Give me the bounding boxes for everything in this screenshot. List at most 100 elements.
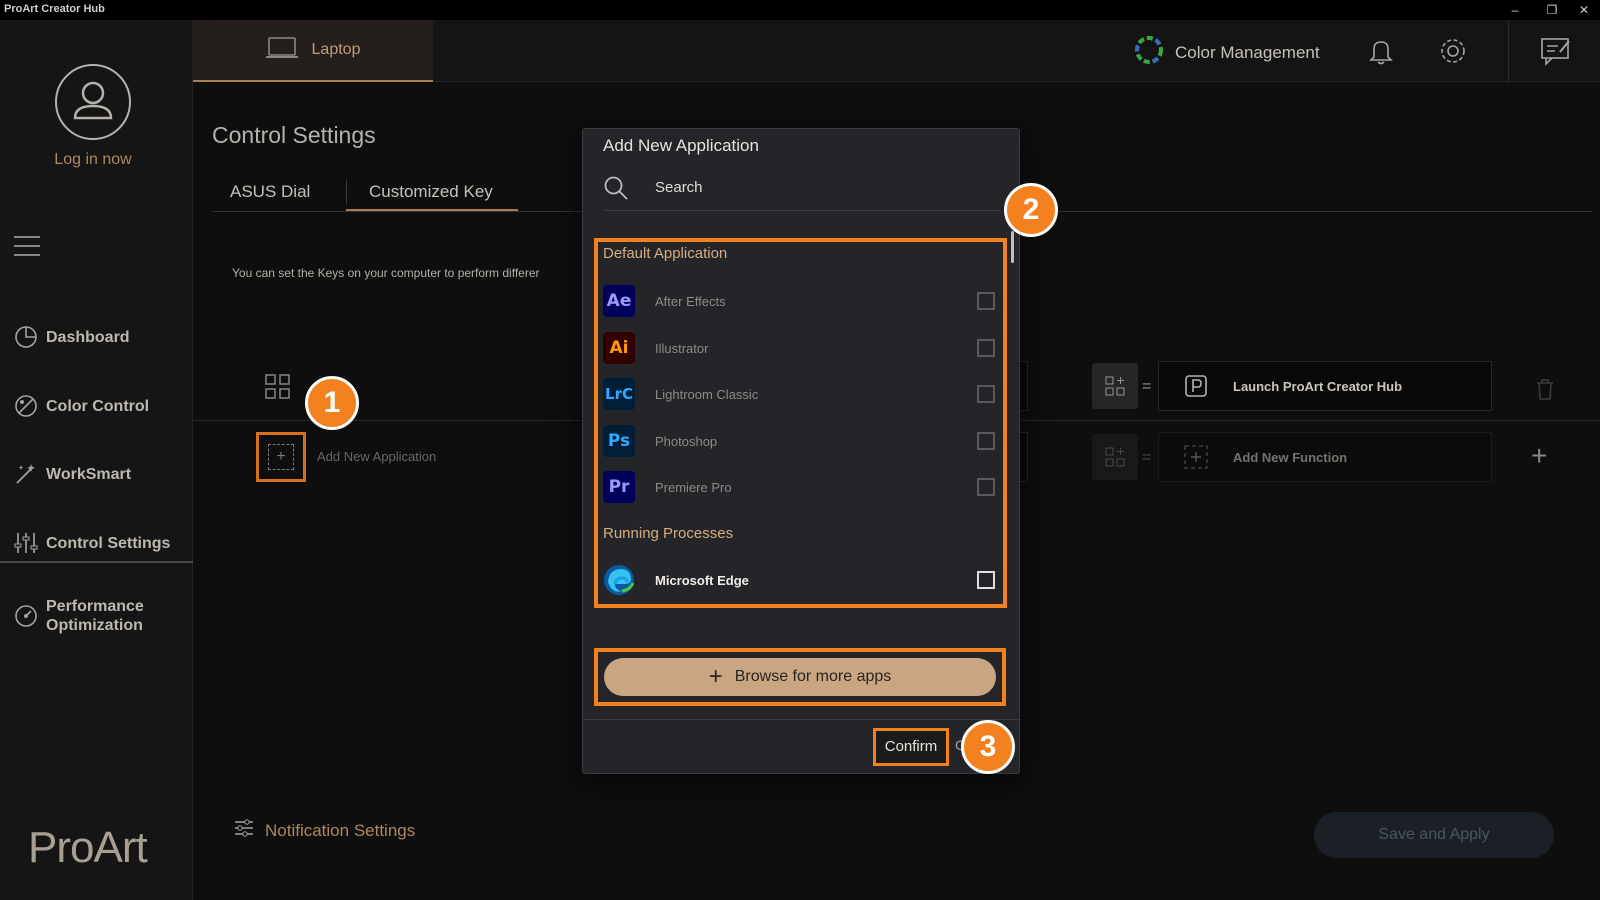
- add-grid-icon: [1105, 376, 1125, 396]
- bell-icon[interactable]: [1366, 36, 1396, 71]
- save-and-apply-button[interactable]: Save and Apply: [1314, 812, 1554, 858]
- search-input[interactable]: Search: [603, 165, 1001, 211]
- app-name: Illustrator: [655, 340, 709, 356]
- function-label: Launch ProArt Creator Hub: [1233, 378, 1403, 394]
- app-name: After Effects: [655, 293, 726, 309]
- equals-sign: =: [1142, 378, 1152, 395]
- trash-icon[interactable]: [1534, 377, 1556, 406]
- top-bar: Laptop Color Management: [193, 20, 1600, 82]
- premiere-pro-icon: Pr: [603, 471, 635, 503]
- photoshop-icon: Ps: [603, 425, 635, 457]
- maximize-button[interactable]: ❐: [1537, 1, 1567, 19]
- sidebar-item-label: Dashboard: [46, 328, 130, 346]
- app-checkbox[interactable]: [977, 571, 995, 589]
- step-marker-1: 1: [305, 376, 359, 430]
- app-name: Lightroom Classic: [655, 386, 759, 402]
- browse-more-apps-button[interactable]: + Browse for more apps: [604, 658, 996, 696]
- app-checkbox[interactable]: [977, 385, 995, 403]
- tab-customized-key[interactable]: Customized Key: [369, 182, 493, 202]
- step-marker-3: 3: [961, 720, 1015, 774]
- app-row-illustrator[interactable]: Ai Illustrator: [603, 330, 996, 366]
- tab-laptop[interactable]: Laptop: [193, 20, 433, 82]
- dashboard-icon: [12, 323, 40, 351]
- notification-settings-label: Notification Settings: [265, 820, 416, 840]
- sidebar-item-label: Performance Optimization: [46, 598, 144, 634]
- window-title: ProArt Creator Hub: [4, 3, 105, 15]
- function-launch-proart[interactable]: Launch ProArt Creator Hub: [1158, 361, 1492, 411]
- laptop-icon: [265, 36, 298, 65]
- after-effects-icon: Ae: [603, 285, 635, 317]
- app-checkbox[interactable]: [977, 478, 995, 496]
- lightroom-icon: LrC: [603, 378, 635, 410]
- browse-label: Browse for more apps: [734, 668, 892, 685]
- sidebar-item-color-control[interactable]: Color Control: [0, 381, 193, 431]
- app-checkbox[interactable]: [977, 339, 995, 357]
- confirm-button[interactable]: Confirm: [873, 728, 949, 766]
- worksmart-icon: [12, 460, 40, 488]
- microsoft-edge-icon: [603, 564, 635, 596]
- sidebar-item-label: WorkSmart: [46, 465, 132, 483]
- app-row-after-effects[interactable]: Ae After Effects: [603, 283, 996, 319]
- equals-sign: =: [1142, 449, 1152, 466]
- app-checkbox[interactable]: [977, 292, 995, 310]
- color-management-label: Color Management: [1175, 42, 1320, 62]
- search-placeholder: Search: [655, 179, 703, 196]
- sidebar-item-performance[interactable]: Performance Optimization: [0, 586, 193, 646]
- function-add-new[interactable]: Add New Function: [1158, 432, 1492, 482]
- plus-icon: +: [708, 663, 723, 690]
- app-row-microsoft-edge[interactable]: Microsoft Edge: [603, 562, 996, 598]
- minimize-button[interactable]: –: [1500, 1, 1530, 19]
- nav-divider: [0, 561, 193, 563]
- active-tab-indicator: [346, 209, 518, 211]
- scrollbar[interactable]: [1011, 231, 1014, 263]
- color-management-button[interactable]: Color Management: [1133, 34, 1320, 71]
- function-type-button[interactable]: [1092, 434, 1138, 480]
- sliders-icon: [233, 817, 255, 844]
- avatar-icon[interactable]: [55, 64, 131, 140]
- search-icon: [603, 175, 629, 206]
- window-titlebar: ProArt Creator Hub – ❐ ✕: [0, 0, 1600, 20]
- menu-icon[interactable]: [14, 236, 40, 256]
- section-running-processes: Running Processes: [603, 525, 734, 542]
- sidebar-item-worksmart[interactable]: WorkSmart: [0, 449, 193, 499]
- proart-hub-icon: [1183, 373, 1209, 399]
- color-control-icon: [12, 392, 40, 420]
- apps-grid-icon: [265, 374, 291, 405]
- proart-logo: ProArt: [28, 823, 148, 872]
- app-row-premiere-pro[interactable]: Pr Premiere Pro: [603, 469, 996, 505]
- sidebar: Log in now Dashboard Color Control WorkS…: [0, 20, 193, 900]
- gear-icon[interactable]: [1438, 36, 1468, 71]
- dialog-title: Add New Application: [603, 136, 759, 155]
- sidebar-item-dashboard[interactable]: Dashboard: [0, 312, 193, 362]
- add-application-dialog: Add New Application Search Default Appli…: [582, 128, 1021, 774]
- plus-icon: +: [268, 444, 294, 470]
- topbar-divider: [1508, 20, 1509, 82]
- function-type-button[interactable]: [1092, 363, 1138, 409]
- page-title: Control Settings: [212, 122, 376, 148]
- add-application-button[interactable]: +: [256, 432, 306, 482]
- notification-settings-link[interactable]: Notification Settings: [233, 817, 415, 844]
- app-row-lightroom-classic[interactable]: LrC Lightroom Classic: [603, 376, 996, 412]
- tab-asus-dial[interactable]: ASUS Dial: [230, 182, 310, 202]
- app-row-photoshop[interactable]: Ps Photoshop: [603, 423, 996, 459]
- step-marker-2: 2: [1004, 183, 1058, 237]
- sidebar-item-label: Color Control: [46, 397, 150, 415]
- function-label: Add New Function: [1233, 449, 1348, 465]
- dashed-plus-icon: [1183, 444, 1209, 470]
- sidebar-item-label: Control Settings: [46, 534, 171, 552]
- hint-text: You can set the Keys on your computer to…: [232, 266, 540, 280]
- tab-separator: [346, 180, 347, 204]
- app-checkbox[interactable]: [977, 432, 995, 450]
- illustrator-icon: Ai: [603, 332, 635, 364]
- add-row-icon[interactable]: +: [1531, 440, 1547, 472]
- login-link[interactable]: Log in now: [0, 151, 186, 169]
- app-name: Premiere Pro: [655, 479, 732, 495]
- close-button[interactable]: ✕: [1569, 1, 1599, 19]
- section-default-application: Default Application: [603, 245, 728, 262]
- app-name: Photoshop: [655, 433, 718, 449]
- app-name: Microsoft Edge: [655, 572, 749, 588]
- dialog-footer-divider: [583, 719, 1021, 720]
- control-settings-icon: [12, 529, 40, 557]
- feedback-icon[interactable]: [1540, 36, 1572, 71]
- tab-label: Laptop: [311, 41, 361, 58]
